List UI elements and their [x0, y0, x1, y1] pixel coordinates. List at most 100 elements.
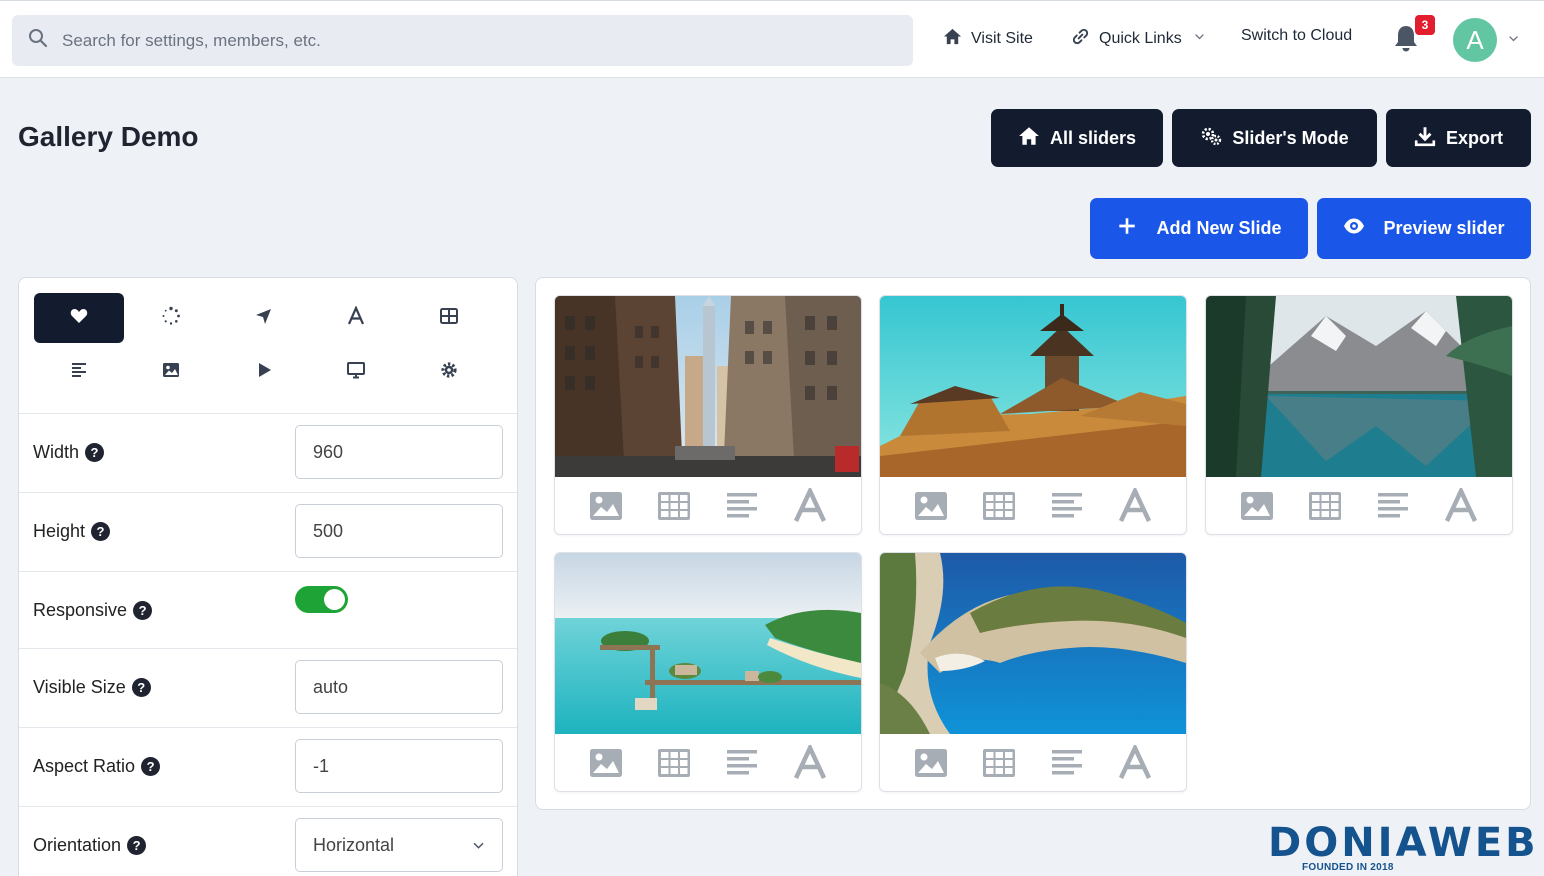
tab-font[interactable]: [311, 293, 401, 343]
heart-icon: [69, 306, 89, 331]
search-icon: [28, 28, 48, 53]
image-icon: [161, 360, 181, 385]
slide-thumbnail[interactable]: [880, 296, 1186, 477]
align-left-icon[interactable]: [724, 745, 760, 781]
slide-thumbnail[interactable]: [555, 296, 861, 477]
table-icon: [439, 306, 459, 331]
search-bar[interactable]: [12, 15, 913, 66]
help-icon[interactable]: ?: [91, 522, 111, 541]
aspect-ratio-row: Aspect Ratio ?: [19, 728, 517, 807]
table-icon[interactable]: [981, 488, 1017, 524]
home-icon: [1018, 125, 1040, 152]
sliders-mode-button[interactable]: Slider's Mode: [1172, 109, 1377, 167]
visible-size-label-text: Visible Size: [33, 677, 126, 697]
slide-card[interactable]: [879, 295, 1187, 535]
width-label-text: Width: [33, 442, 80, 462]
slide-thumbnail[interactable]: [880, 553, 1186, 734]
width-input[interactable]: [295, 425, 503, 479]
chevron-down-icon: [473, 842, 484, 849]
switch-to-cloud-link[interactable]: Switch to Cloud: [1241, 27, 1352, 45]
orientation-value: Horizontal: [313, 834, 395, 855]
tab-table[interactable]: [404, 293, 494, 343]
tab-video[interactable]: [219, 347, 309, 397]
tab-settings[interactable]: [404, 347, 494, 397]
quick-links-menu[interactable]: Quick Links: [1071, 27, 1206, 51]
chevron-down-icon[interactable]: [1507, 32, 1520, 45]
slide-card[interactable]: [554, 295, 862, 535]
switch-to-cloud-label: Switch to Cloud: [1241, 27, 1353, 44]
add-new-slide-label: Add New Slide: [1156, 218, 1282, 238]
orientation-select[interactable]: Horizontal: [295, 818, 503, 872]
slide-card[interactable]: [879, 552, 1187, 792]
visit-site-label: Visit Site: [971, 30, 1033, 47]
help-icon[interactable]: ?: [131, 678, 151, 697]
visit-site-link[interactable]: Visit Site: [943, 27, 1033, 51]
image-icon[interactable]: [913, 745, 949, 781]
watermark-brand: DONIAWEB: [1268, 820, 1539, 866]
align-left-icon[interactable]: [1049, 488, 1085, 524]
orientation-label: Orientation ?: [33, 835, 147, 856]
tab-spinner[interactable]: [126, 293, 216, 343]
tab-heart[interactable]: [34, 293, 124, 343]
slide-tools: [555, 734, 861, 791]
tab-text-align[interactable]: [34, 347, 124, 397]
height-label: Height ?: [33, 521, 111, 542]
navigation-arrow-icon: [254, 306, 274, 331]
font-icon[interactable]: [1117, 487, 1153, 524]
tab-display[interactable]: [311, 347, 401, 397]
align-left-icon[interactable]: [1049, 745, 1085, 781]
sliders-mode-label: Slider's Mode: [1232, 127, 1349, 148]
align-left-icon[interactable]: [1375, 488, 1411, 524]
image-icon[interactable]: [588, 488, 624, 524]
font-icon[interactable]: [1443, 487, 1479, 524]
font-icon[interactable]: [1117, 744, 1153, 781]
width-row: Width ?: [19, 414, 517, 493]
responsive-label-text: Responsive: [33, 600, 128, 620]
all-sliders-button[interactable]: All sliders: [991, 109, 1163, 167]
slide-card[interactable]: [1205, 295, 1513, 535]
align-left-icon: [69, 360, 89, 385]
link-icon: [1071, 27, 1090, 51]
slide-tools: [880, 477, 1186, 534]
table-icon[interactable]: [656, 488, 692, 524]
image-icon[interactable]: [1239, 488, 1275, 524]
download-icon: [1414, 125, 1436, 152]
responsive-label: Responsive ?: [33, 600, 153, 621]
export-label: Export: [1445, 127, 1503, 148]
responsive-toggle[interactable]: [295, 586, 348, 613]
image-icon[interactable]: [588, 745, 624, 781]
avatar[interactable]: A: [1453, 18, 1497, 62]
align-left-icon[interactable]: [724, 488, 760, 524]
help-icon[interactable]: ?: [133, 601, 153, 620]
add-new-slide-button[interactable]: Add New Slide: [1090, 198, 1308, 259]
help-icon[interactable]: ?: [127, 836, 147, 855]
settings-panel: Width ? Height ? Responsive ? Visible Si…: [18, 277, 518, 876]
search-input[interactable]: [62, 30, 882, 51]
tab-image[interactable]: [126, 347, 216, 397]
notification-badge: 3: [1415, 15, 1435, 35]
table-icon[interactable]: [656, 745, 692, 781]
gear-icon: [439, 360, 459, 385]
export-button[interactable]: Export: [1386, 109, 1531, 167]
slide-thumbnail[interactable]: [555, 553, 861, 734]
height-input[interactable]: [295, 504, 503, 558]
table-icon[interactable]: [1307, 488, 1343, 524]
visible-size-input[interactable]: [295, 660, 503, 714]
help-icon[interactable]: ?: [141, 757, 161, 776]
spinner-icon: [161, 306, 181, 331]
height-label-text: Height: [33, 521, 86, 541]
chevron-down-icon: [1193, 30, 1206, 48]
slide-card[interactable]: [554, 552, 862, 792]
help-icon[interactable]: ?: [85, 443, 105, 462]
table-icon[interactable]: [981, 745, 1017, 781]
aspect-ratio-input[interactable]: [295, 739, 503, 793]
eye-icon: [1343, 215, 1365, 242]
preview-slider-button[interactable]: Preview slider: [1317, 198, 1531, 259]
font-icon[interactable]: [792, 744, 828, 781]
orientation-label-text: Orientation: [33, 835, 122, 855]
tab-navigation[interactable]: [219, 293, 309, 343]
font-icon[interactable]: [792, 487, 828, 524]
image-icon[interactable]: [913, 488, 949, 524]
all-sliders-label: All sliders: [1049, 127, 1137, 148]
slide-thumbnail[interactable]: [1206, 296, 1512, 477]
